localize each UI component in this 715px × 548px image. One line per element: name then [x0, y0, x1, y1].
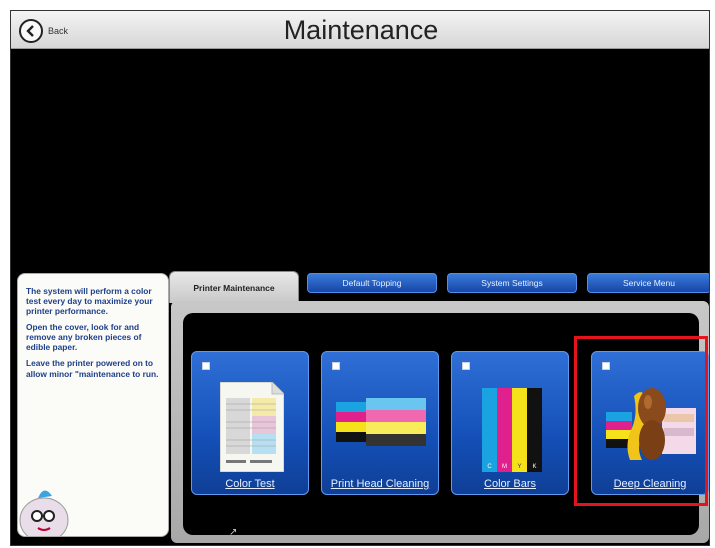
color-test-button[interactable]: Color Test [191, 351, 309, 495]
card-checkbox[interactable] [462, 362, 470, 370]
bar-letter: Y [517, 464, 521, 470]
help-text: Open the cover, look for and remove any … [26, 322, 142, 353]
highlight-box [574, 336, 708, 506]
color-bars-icon: C M Y K [482, 388, 542, 472]
mouse-cursor-icon: ↗ [229, 527, 238, 538]
tab-label: Default Topping [342, 278, 402, 288]
help-panel: The system will perform a color test eve… [17, 273, 169, 537]
help-text: The system will perform a color test eve… [26, 286, 153, 317]
tab-printer-maintenance[interactable]: Printer Maintenance [169, 271, 299, 303]
tab-system-settings[interactable]: System Settings [447, 273, 577, 293]
card-label: Print Head Cleaning [330, 478, 430, 490]
card-label: Color Bars [484, 478, 536, 490]
color-bars-button[interactable]: C M Y K Color Bars [451, 351, 569, 495]
card-checkbox[interactable] [202, 362, 210, 370]
mascot-icon [19, 490, 69, 536]
card-label: Color Test [225, 478, 275, 490]
page-title: Maintenance [283, 15, 439, 45]
tab-default-topping[interactable]: Default Topping [307, 273, 437, 293]
color-test-page-icon [220, 382, 284, 472]
print-head-cleaning-icon [336, 398, 426, 446]
bar-letter: K [532, 464, 536, 470]
tab-label: Service Menu [623, 278, 675, 288]
tab-label: System Settings [481, 278, 543, 288]
help-text: Leave the printer powered on to allow mi… [26, 358, 159, 379]
bar-letter: M [502, 464, 507, 470]
card-checkbox[interactable] [332, 362, 340, 370]
tab-service-menu[interactable]: Service Menu [587, 273, 709, 293]
header-bar: Back Maintenance [11, 11, 709, 49]
bar-letter: C [487, 464, 492, 470]
print-head-cleaning-button[interactable]: Print Head Cleaning [321, 351, 439, 495]
tab-label: Printer Maintenance [193, 282, 275, 293]
